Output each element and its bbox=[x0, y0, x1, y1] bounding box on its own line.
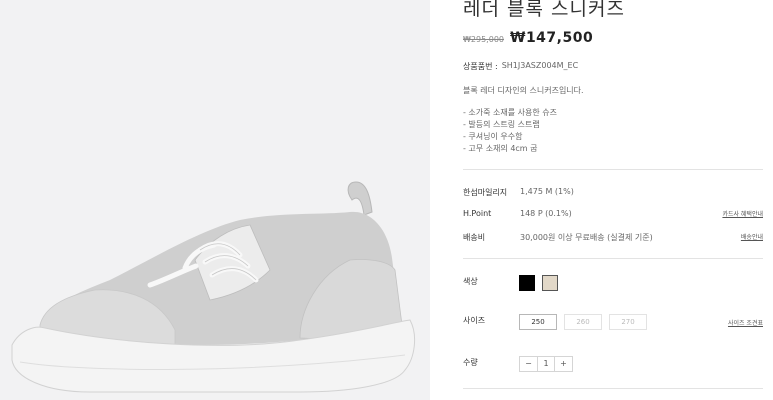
product-code-label: 상품품번 : bbox=[463, 62, 498, 71]
product-code: 상품품번 : SH1J3ASZ004M_EC bbox=[463, 61, 578, 72]
product-info-panel: 레더 블록 스니커즈 ₩295,000 ₩147,500 상품품번 : SH1J… bbox=[430, 0, 773, 400]
divider bbox=[463, 258, 763, 259]
sneaker-illustration bbox=[11, 181, 416, 393]
color-swatch-beige[interactable] bbox=[542, 275, 558, 291]
feature-item: - 발등의 스트링 스트랩 bbox=[463, 120, 540, 129]
feature-list: - 소가죽 소재를 사용한 슈즈 - 발등의 스트링 스트랩 - 쿠셔닝이 우수… bbox=[463, 107, 557, 155]
quantity-label: 수량 bbox=[463, 358, 478, 367]
quantity-stepper: − 1 + bbox=[519, 356, 573, 372]
size-chart-link[interactable]: 사이즈 조견표 bbox=[728, 318, 763, 327]
product-code-value: SH1J3ASZ004M_EC bbox=[501, 61, 579, 70]
divider bbox=[463, 388, 763, 389]
size-button-250[interactable]: 250 bbox=[519, 314, 557, 330]
feature-item: - 쿠셔닝이 우수함 bbox=[463, 132, 523, 141]
quantity-plus-button[interactable]: + bbox=[555, 357, 572, 371]
size-button-270[interactable]: 270 bbox=[609, 314, 647, 330]
color-label: 색상 bbox=[463, 277, 478, 286]
feature-item: - 고무 소재의 4cm 굽 bbox=[463, 144, 538, 153]
card-benefits-link[interactable]: 카드사 혜택안내 bbox=[722, 209, 763, 218]
hpoint-value: 148 P (0.1%) bbox=[520, 209, 572, 218]
product-description: 블록 레더 디자인의 스니커즈입니다. bbox=[463, 86, 584, 95]
size-label: 사이즈 bbox=[463, 316, 486, 325]
mileage-value: 1,475 M (1%) bbox=[520, 187, 574, 196]
shipping-label: 배송비 bbox=[463, 233, 486, 242]
hpoint-label: H.Point bbox=[463, 209, 492, 218]
quantity-input[interactable]: 1 bbox=[537, 357, 555, 371]
shipping-value: 30,000원 이상 무료배송 (실결제 기준) bbox=[520, 233, 653, 242]
price-row: ₩295,000 ₩147,500 bbox=[463, 30, 593, 46]
shipping-info-link[interactable]: 배송안내 bbox=[741, 232, 763, 241]
mileage-label: 한섬마일리지 bbox=[463, 188, 508, 197]
color-swatch-black[interactable] bbox=[519, 275, 535, 291]
quantity-minus-button[interactable]: − bbox=[520, 357, 537, 371]
product-title: 레더 블록 스니커즈 bbox=[463, 0, 625, 20]
product-image bbox=[0, 0, 430, 400]
feature-item: - 소가죽 소재를 사용한 슈즈 bbox=[463, 108, 558, 117]
size-button-260[interactable]: 260 bbox=[564, 314, 602, 330]
sale-price: ₩147,500 bbox=[510, 30, 594, 46]
divider bbox=[463, 169, 763, 170]
original-price: ₩295,000 bbox=[463, 35, 504, 44]
